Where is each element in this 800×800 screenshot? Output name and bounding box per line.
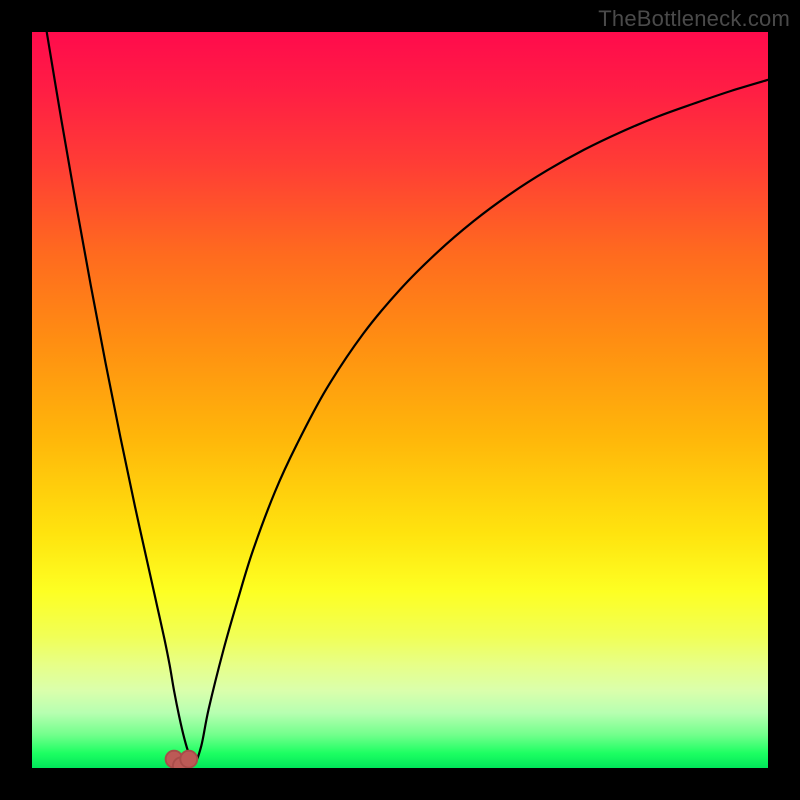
marker-min-right bbox=[180, 751, 197, 768]
curve-layer bbox=[32, 32, 768, 768]
watermark-text: TheBottleneck.com bbox=[598, 6, 790, 32]
bottleneck-curve bbox=[47, 32, 768, 764]
minimum-markers bbox=[166, 751, 198, 768]
plot-area bbox=[32, 32, 768, 768]
chart-frame: TheBottleneck.com bbox=[0, 0, 800, 800]
